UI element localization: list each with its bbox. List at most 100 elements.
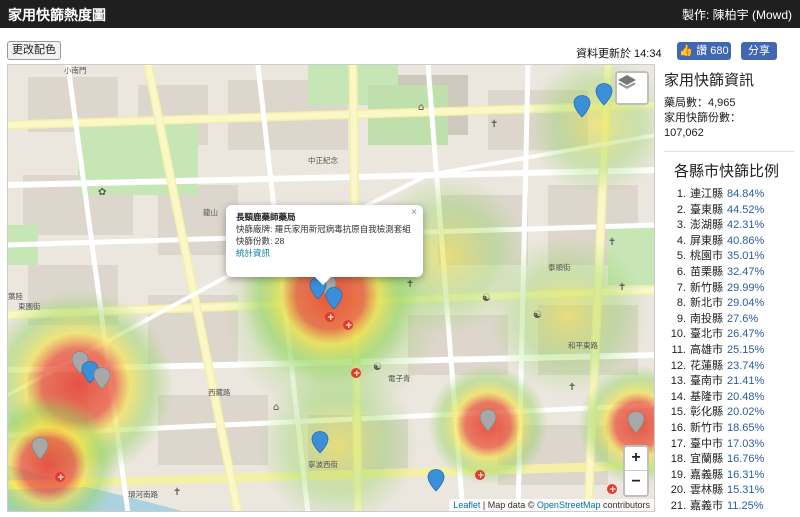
label-dongyuan: 東園街	[18, 301, 41, 311]
svg-text:⌂: ⌂	[418, 102, 424, 113]
county-ratio-value: 84.84%	[727, 188, 765, 200]
kit-count: 107,062	[664, 127, 704, 139]
svg-text:✿: ✿	[98, 187, 106, 198]
county-ratio-value: 20.48%	[727, 390, 765, 403]
county-name: 苗栗縣	[690, 265, 723, 278]
ratio-rank: 11.	[671, 343, 686, 356]
county-name: 臺南市	[690, 375, 723, 388]
county-ratio-value: 16.31%	[727, 468, 765, 481]
county-name: 彰化縣	[690, 406, 723, 419]
county-ratio-item: 20. 雲林縣 15.31%	[664, 483, 794, 499]
ratio-rank: 17.	[670, 437, 686, 450]
facebook-share-button[interactable]: 分享	[741, 42, 777, 60]
close-icon[interactable]: ×	[411, 207, 417, 219]
ratio-rank: 15.	[670, 406, 686, 419]
zoom-in-button[interactable]: +	[625, 447, 647, 471]
ratio-rank: 2.	[676, 203, 686, 216]
county-ratio-item: 14. 基隆市 20.48%	[664, 390, 794, 406]
county-name: 新竹市	[690, 421, 723, 434]
label-dianziqing: 電子青	[388, 373, 411, 383]
label-yeliu: 葉陸	[8, 291, 23, 301]
popup-tip	[314, 276, 332, 285]
ratio-title: 各縣市快篩比例	[674, 163, 780, 180]
svg-text:☯: ☯	[533, 310, 542, 321]
svg-text:☯: ☯	[482, 293, 491, 304]
county-ratio-list: 1. 連江縣 84.84% 2. 臺東縣 44.52% 3. 澎湖縣 42.31% 4. 屏東縣 40…	[664, 187, 794, 514]
county-name: 高雄市	[690, 343, 723, 356]
county-ratio-value: 44.52%	[727, 203, 765, 216]
county-ratio-value: 15.31%	[727, 484, 765, 497]
svg-text:⌂: ⌂	[273, 402, 279, 413]
facebook-like-button[interactable]: 👍 讚 680	[677, 42, 731, 60]
osm-link[interactable]: OpenStreetMap	[537, 500, 601, 510]
thumbs-up-icon: 👍	[679, 45, 694, 57]
heat-map[interactable]: 小南門 中正紀念 龍山 東園街 葉陸 西藏路 電子青 環河南路 和平東路 泰順街…	[7, 64, 655, 512]
top-bar: 家用快篩熱度圖 製作: 陳柏宇 (Mowd)	[0, 0, 800, 28]
county-name: 屏東縣	[690, 234, 723, 247]
ratio-rank: 14.	[670, 390, 686, 403]
county-ratio-value: 27.6%	[727, 312, 759, 325]
map-canvas[interactable]: 小南門 中正紀念 龍山 東園街 葉陸 西藏路 電子青 環河南路 和平東路 泰順街…	[8, 65, 655, 512]
county-ratio-value: 26.47%	[727, 328, 765, 341]
layers-button[interactable]	[615, 71, 649, 105]
county-name: 桃園市	[690, 250, 723, 263]
county-ratio-value: 11.25%	[727, 499, 764, 512]
ratio-rank: 21.	[670, 499, 686, 512]
county-ratio-value: 29.99%	[727, 281, 765, 294]
county-name: 基隆市	[690, 390, 723, 403]
county-ratio-item: 3. 澎湖縣 42.31%	[664, 218, 794, 234]
svg-text:☯: ☯	[373, 362, 382, 373]
county-ratio-item: 19. 嘉義縣 16.31%	[664, 468, 794, 484]
county-ratio-item: 21. 嘉義市 11.25%	[664, 499, 794, 515]
county-ratio-item: 11. 高雄市 25.15%	[664, 343, 794, 359]
ratio-rank: 7.	[676, 281, 686, 294]
stats-block: 藥局數：4,965 家用快篩份數： 107,062	[664, 96, 794, 141]
county-name: 雲林縣	[690, 484, 723, 497]
county-ratio-item: 18. 宜蘭縣 16.76%	[664, 452, 794, 468]
label-ninghua: 寧波西街	[308, 459, 338, 469]
ratio-rank: 13.	[670, 375, 686, 388]
label-xiaonanmen: 小南門	[64, 65, 87, 75]
info-title: 家用快篩資訊	[664, 72, 755, 89]
layers-icon	[618, 75, 636, 89]
zoom-out-button[interactable]: −	[625, 471, 647, 495]
ratio-rank: 1.	[676, 188, 686, 200]
county-ratio-value: 17.03%	[727, 437, 765, 450]
county-ratio-value: 32.47%	[727, 265, 765, 278]
county-ratio-value: 42.31%	[727, 219, 765, 232]
label-huanhe: 環河南路	[128, 489, 158, 499]
map-attribution: Leaflet | Map data © OpenStreetMap contr…	[449, 499, 654, 511]
county-name: 新北市	[690, 297, 723, 310]
county-ratio-item: 12. 花蓮縣 23.74%	[664, 359, 794, 375]
county-ratio-value: 18.65%	[727, 421, 765, 434]
label-xizang: 西藏路	[208, 387, 231, 397]
ratio-rank: 5.	[676, 250, 686, 263]
svg-text:✝: ✝	[173, 487, 181, 498]
county-ratio-item: 13. 臺南市 21.41%	[664, 374, 794, 390]
leaflet-link[interactable]: Leaflet	[453, 500, 480, 510]
county-name: 嘉義市	[690, 499, 723, 512]
zoom-control: + −	[623, 445, 649, 497]
county-ratio-item: 5. 桃園市 35.01%	[664, 249, 794, 265]
county-name: 嘉義縣	[690, 468, 723, 481]
ratio-rank: 20.	[670, 484, 686, 497]
author-credit: 製作: 陳柏宇 (Mowd)	[681, 8, 792, 22]
county-ratio-item: 8. 新北市 29.04%	[664, 296, 794, 312]
svg-text:+: +	[327, 313, 335, 323]
ratio-rank: 16.	[670, 421, 686, 434]
label-heping: 和平東路	[568, 340, 598, 350]
change-color-button[interactable]: 更改配色	[7, 41, 61, 60]
popup-stats-link[interactable]: 統計資訊	[236, 247, 413, 259]
ratio-rank: 4.	[676, 234, 686, 247]
ratio-rank: 8.	[676, 297, 686, 310]
label-zhongzheng: 中正紀念	[308, 155, 338, 165]
county-name: 澎湖縣	[690, 219, 723, 232]
svg-text:+: +	[57, 473, 65, 483]
county-ratio-item: 7. 新竹縣 29.99%	[664, 281, 794, 297]
svg-text:✝: ✝	[568, 382, 576, 393]
app-title: 家用快篩熱度圖	[8, 7, 106, 23]
county-ratio-value: 35.01%	[727, 250, 765, 263]
county-ratio-value: 29.04%	[727, 297, 765, 310]
county-ratio-item: 2. 臺東縣 44.52%	[664, 203, 794, 219]
county-ratio-item: 16. 新竹市 18.65%	[664, 421, 794, 437]
